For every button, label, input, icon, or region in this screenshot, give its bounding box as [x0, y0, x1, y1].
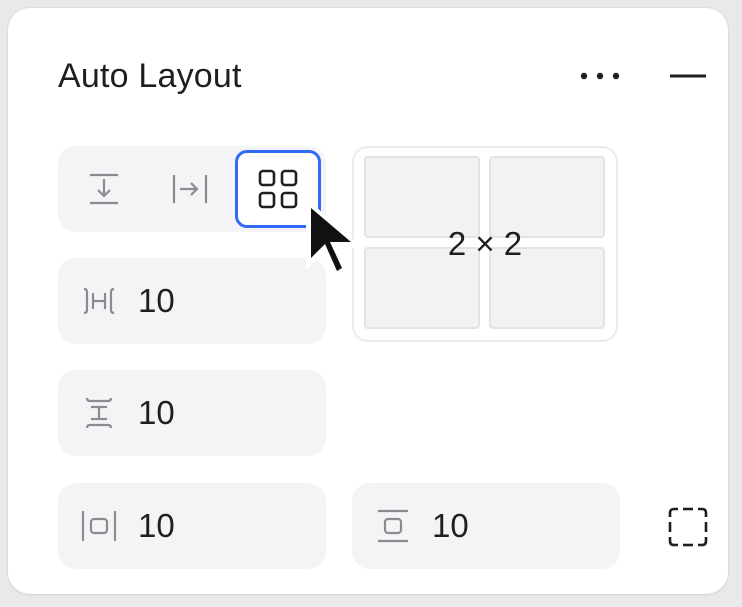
- direction-grid-button[interactable]: [235, 150, 321, 228]
- horizontal-gap-field[interactable]: [58, 258, 326, 344]
- clip-content-icon: [666, 505, 710, 549]
- grid-cell[interactable]: [489, 156, 605, 238]
- arrow-down-to-line-icon: [84, 169, 124, 209]
- horizontal-padding-field[interactable]: [58, 483, 326, 569]
- horizontal-padding-icon: [76, 503, 122, 549]
- vertical-gap-field[interactable]: [58, 370, 326, 456]
- grid-2x2-icon: [256, 167, 300, 211]
- more-horizontal-icon: [578, 70, 622, 82]
- grid-cell[interactable]: [489, 247, 605, 329]
- clip-content-button[interactable]: [664, 504, 712, 550]
- minus-icon: [670, 73, 706, 79]
- vertical-padding-icon: [370, 503, 416, 549]
- grid-cell[interactable]: [364, 156, 480, 238]
- vertical-padding-input[interactable]: [432, 507, 552, 545]
- collapse-button[interactable]: [662, 58, 714, 94]
- direction-segmented-control: [58, 146, 326, 232]
- arrow-right-to-line-icon: [170, 169, 210, 209]
- vertical-gap-input[interactable]: [138, 394, 258, 432]
- vertical-padding-field[interactable]: [352, 483, 620, 569]
- horizontal-gap-input[interactable]: [138, 282, 258, 320]
- grid-cell[interactable]: [364, 247, 480, 329]
- more-options-button[interactable]: [574, 58, 626, 94]
- horizontal-padding-input[interactable]: [138, 507, 258, 545]
- grid-size-picker[interactable]: 2 × 2: [352, 146, 618, 342]
- panel-title: Auto Layout: [58, 57, 242, 95]
- vertical-gap-icon: [76, 390, 122, 436]
- horizontal-gap-icon: [76, 278, 122, 324]
- auto-layout-panel: Auto Layout 2 × 2 10 10 10 10: [8, 8, 728, 594]
- direction-horizontal-button[interactable]: [154, 146, 226, 232]
- direction-vertical-button[interactable]: [68, 146, 140, 232]
